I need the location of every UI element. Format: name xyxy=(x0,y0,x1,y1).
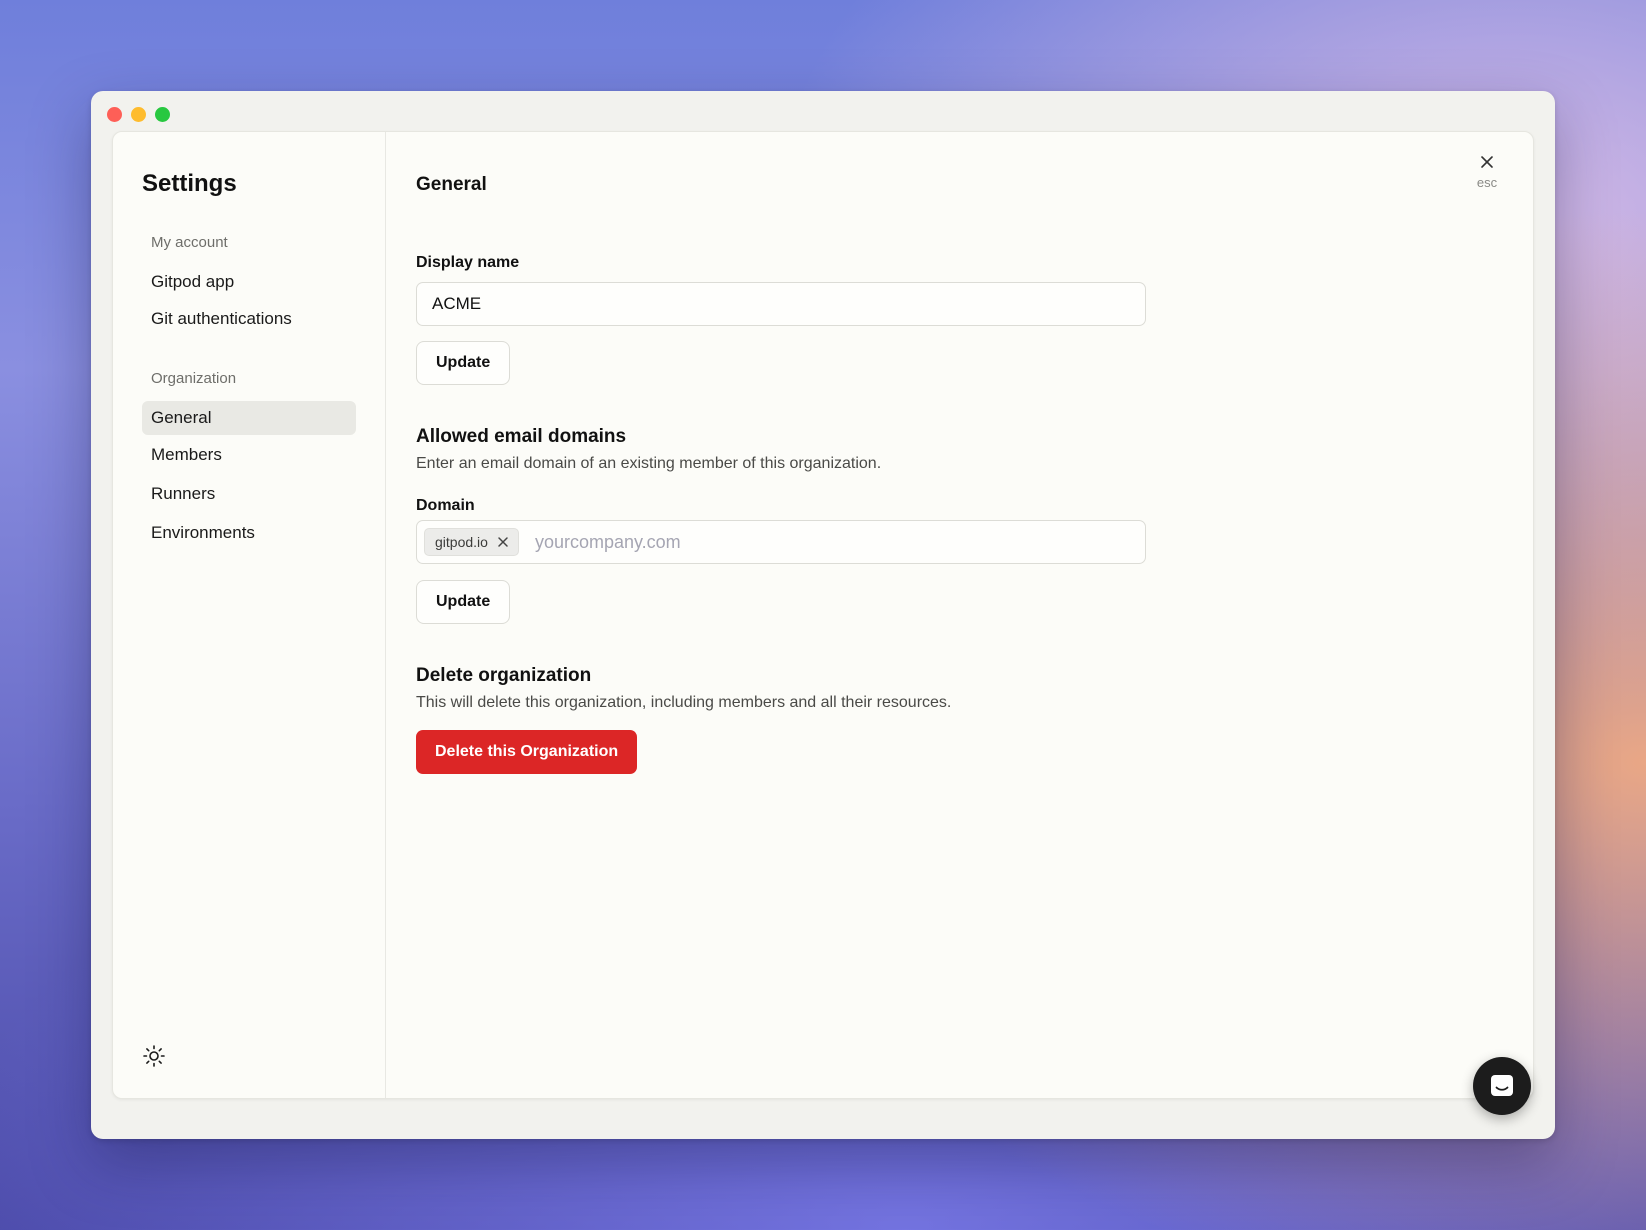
domain-label: Domain xyxy=(416,497,475,514)
chat-button[interactable] xyxy=(1473,1057,1531,1115)
settings-panel: Settings My account Gitpod app Git authe… xyxy=(112,131,1534,1099)
sun-icon[interactable] xyxy=(142,1044,166,1068)
allowed-email-domains-heading: Allowed email domains xyxy=(416,426,627,447)
app-window: Settings My account Gitpod app Git authe… xyxy=(91,91,1555,1139)
display-name-label: Display name xyxy=(416,254,520,271)
section-label-my-account: My account xyxy=(151,234,228,251)
close-button[interactable]: esc xyxy=(1467,154,1507,190)
window-close-button[interactable] xyxy=(107,107,122,122)
esc-hint: esc xyxy=(1476,175,1498,190)
sidebar-title: Settings xyxy=(142,170,237,197)
domain-tag-input[interactable]: gitpod.io xyxy=(416,520,1146,564)
domain-chip: gitpod.io xyxy=(424,528,519,556)
delete-organization-button[interactable]: Delete this Organization xyxy=(416,730,638,774)
delete-organization-heading: Delete organization xyxy=(416,665,592,686)
chat-icon xyxy=(1491,1075,1513,1096)
page-title: General xyxy=(416,174,487,195)
remove-tag-icon[interactable] xyxy=(496,535,510,549)
domain-chip-label: gitpod.io xyxy=(435,534,488,550)
sidebar-item-gitpod-app[interactable]: Gitpod app xyxy=(142,265,356,299)
sidebar-item-environments[interactable]: Environments xyxy=(142,516,356,550)
display-name-input[interactable] xyxy=(416,282,1146,326)
main-content: General esc Display name Update Allowed … xyxy=(386,132,1533,1098)
delete-organization-description: This will delete this organization, incl… xyxy=(416,694,952,711)
sidebar-item-runners[interactable]: Runners xyxy=(142,477,356,511)
update-domains-button[interactable]: Update xyxy=(416,580,511,624)
window-minimize-button[interactable] xyxy=(131,107,146,122)
sidebar: Settings My account Gitpod app Git authe… xyxy=(113,132,386,1098)
sidebar-item-members[interactable]: Members xyxy=(142,438,356,472)
domain-input[interactable] xyxy=(534,531,1095,553)
update-display-name-button[interactable]: Update xyxy=(416,341,511,385)
section-label-organization: Organization xyxy=(151,370,237,387)
window-zoom-button[interactable] xyxy=(155,107,170,122)
sidebar-item-git-authentications[interactable]: Git authentications xyxy=(142,302,356,336)
close-icon xyxy=(1481,156,1493,168)
allowed-email-domains-description: Enter an email domain of an existing mem… xyxy=(416,455,882,472)
sidebar-item-general[interactable]: General xyxy=(142,401,356,435)
